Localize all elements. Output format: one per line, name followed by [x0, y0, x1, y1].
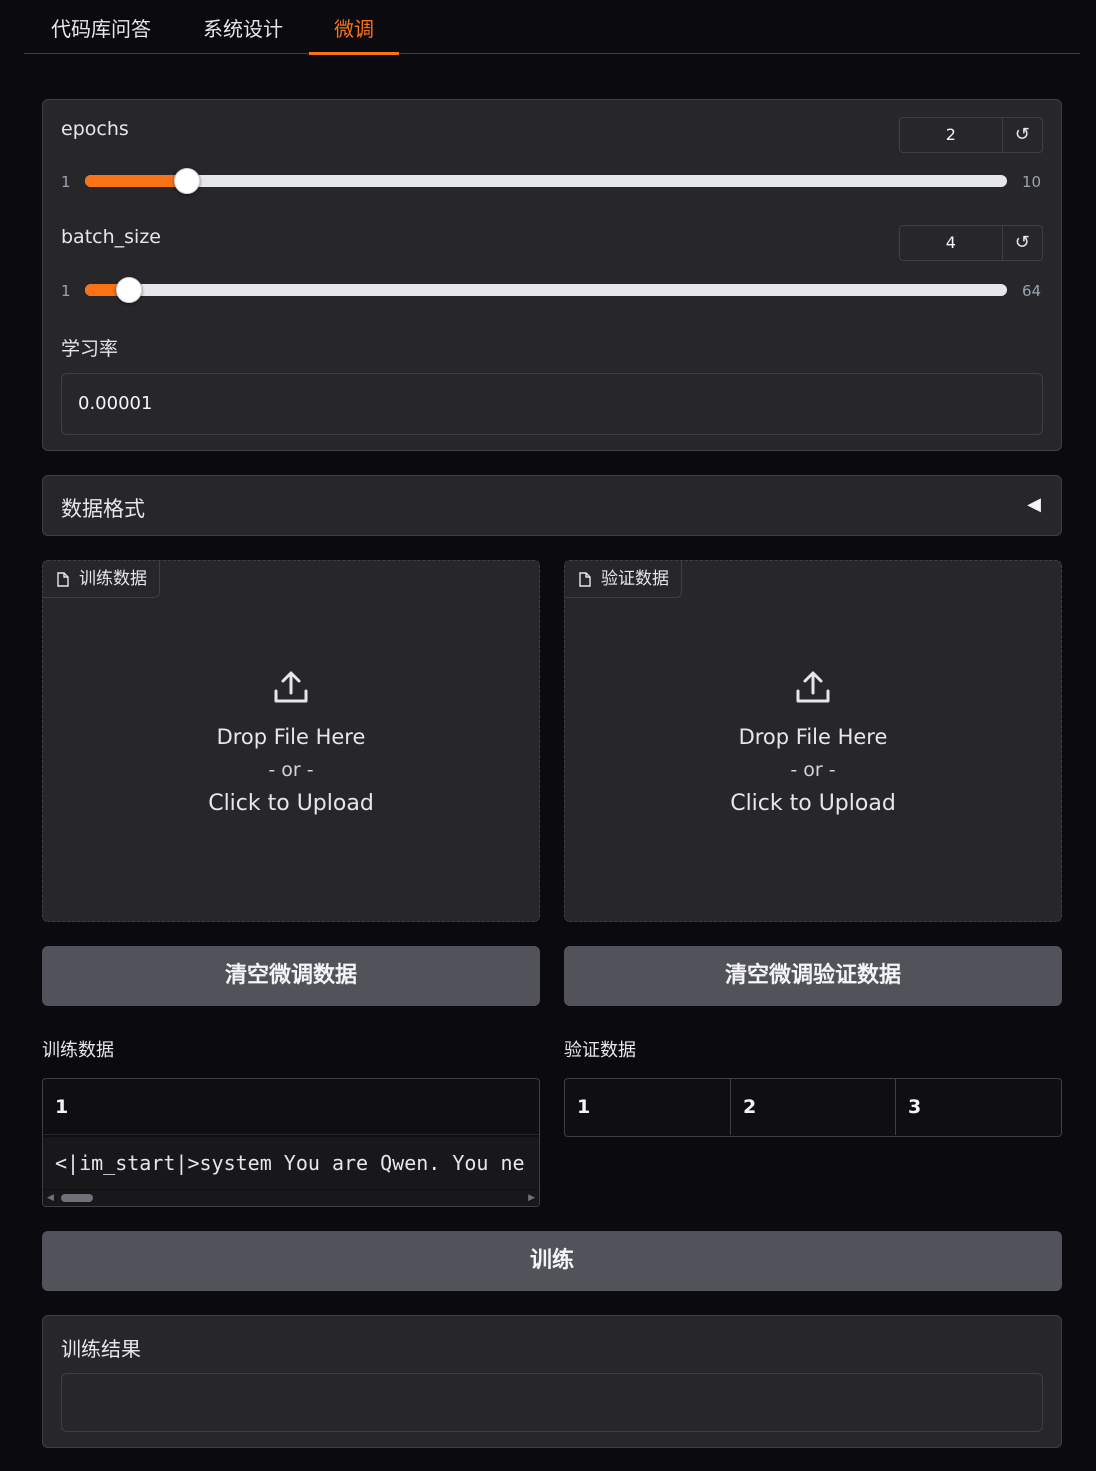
validation-upload-tag: 验证数据	[565, 561, 682, 598]
learning-rate-label: 学习率	[61, 338, 119, 360]
validation-upload-dropzone[interactable]: 验证数据 Drop File Here - or - Click to Uplo…	[564, 560, 1062, 922]
epochs-min: 1	[61, 173, 71, 191]
training-params-panel: epochs 2 ↺ 1 10 batch_size 4 ↺ 1 64 学习率 …	[42, 99, 1062, 451]
file-icon	[57, 571, 69, 587]
epochs-reset-icon[interactable]: ↺	[1003, 118, 1042, 152]
upload-icon	[796, 671, 830, 703]
table-header-cell[interactable]: 3	[896, 1079, 1061, 1135]
train-upload-prompt: Drop File Here - or - Click to Upload	[43, 669, 539, 816]
learning-rate-input[interactable]: 0.00001	[61, 373, 1043, 435]
train-upload-tag: 训练数据	[43, 561, 160, 598]
clear-validation-data-button[interactable]: 清空微调验证数据	[564, 946, 1062, 1006]
train-data-header-row: 1	[43, 1079, 539, 1135]
training-result-output[interactable]	[61, 1373, 1043, 1432]
scroll-right-icon[interactable]: ▶	[528, 1193, 535, 1203]
batch-size-min: 1	[61, 282, 71, 300]
batch-size-label: batch_size	[61, 226, 161, 248]
file-icon	[579, 571, 591, 587]
horizontal-scrollbar[interactable]: ◀ ▶	[43, 1190, 539, 1206]
batch-size-slider[interactable]	[85, 277, 1007, 303]
tab-bar: 代码库问答 系统设计 微调	[24, 0, 1080, 55]
epochs-slider[interactable]	[85, 168, 1007, 194]
table-header-cell[interactable]: 2	[731, 1079, 896, 1135]
clear-train-data-button[interactable]: 清空微调数据	[42, 946, 540, 1006]
epochs-label: epochs	[61, 118, 129, 140]
tab-codebase-qa[interactable]: 代码库问答	[48, 0, 154, 54]
epochs-number-box: 2 ↺	[899, 117, 1043, 153]
validation-upload-tag-label: 验证数据	[601, 568, 669, 589]
data-format-accordion[interactable]: 数据格式 ◀	[42, 475, 1062, 536]
scrollbar-thumb[interactable]	[61, 1194, 93, 1202]
epochs-slider-fill	[85, 175, 187, 187]
batch-size-slider-thumb[interactable]	[116, 277, 142, 303]
tab-finetune[interactable]: 微调	[309, 0, 399, 55]
validation-click-text: Click to Upload	[730, 791, 896, 816]
validation-upload-prompt: Drop File Here - or - Click to Upload	[565, 669, 1061, 816]
validation-data-label: 验证数据	[564, 1040, 636, 1061]
upload-icon	[274, 671, 308, 703]
validation-drop-text: Drop File Here	[738, 725, 888, 749]
epochs-max: 10	[1022, 173, 1042, 191]
train-drop-text: Drop File Here	[216, 725, 366, 749]
collapse-arrow-icon[interactable]: ◀	[1027, 494, 1041, 515]
batch-size-number-box: 4 ↺	[899, 225, 1043, 261]
batch-size-max: 64	[1022, 282, 1042, 300]
batch-size-reset-icon[interactable]: ↺	[1003, 226, 1042, 260]
data-format-label: 数据格式	[61, 497, 145, 521]
train-button[interactable]: 训练	[42, 1231, 1062, 1291]
table-header-cell[interactable]: 1	[43, 1079, 68, 1135]
tab-system-design[interactable]: 系统设计	[200, 0, 286, 54]
batch-size-input[interactable]: 4	[900, 226, 1003, 260]
table-header-cell[interactable]: 1	[565, 1079, 731, 1135]
train-data-label: 训练数据	[42, 1040, 114, 1061]
validation-data-header-row: 1 2 3	[565, 1079, 1061, 1135]
train-data-table: 1 <|im_start|>system You are Qwen. You n…	[42, 1078, 540, 1207]
train-click-text: Click to Upload	[208, 791, 374, 816]
train-upload-dropzone[interactable]: 训练数据 Drop File Here - or - Click to Uplo…	[42, 560, 540, 922]
validation-data-table: 1 2 3	[564, 1078, 1062, 1137]
training-result-panel: 训练结果	[42, 1315, 1062, 1448]
epochs-slider-thumb[interactable]	[174, 168, 200, 194]
train-upload-tag-label: 训练数据	[79, 568, 147, 589]
validation-or-text: - or -	[790, 759, 836, 781]
epochs-input[interactable]: 2	[900, 118, 1003, 152]
train-or-text: - or -	[268, 759, 314, 781]
training-result-label: 训练结果	[61, 1337, 141, 1361]
table-cell[interactable]: <|im_start|>system You are Qwen. You ne	[43, 1137, 539, 1189]
scroll-left-icon[interactable]: ◀	[47, 1193, 54, 1203]
